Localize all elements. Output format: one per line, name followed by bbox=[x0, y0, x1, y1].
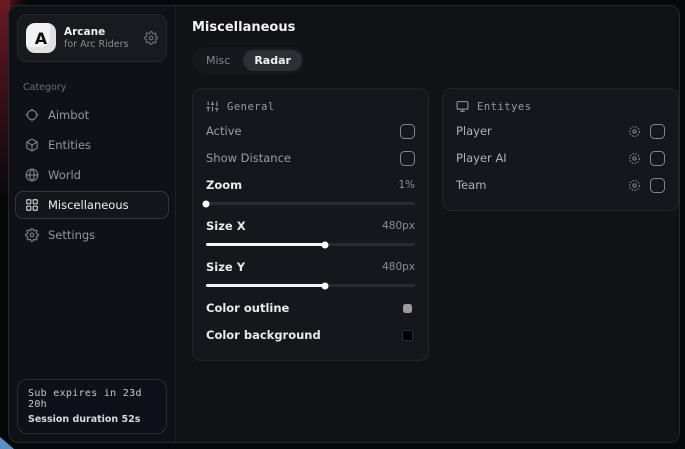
size-x-slider-thumb[interactable] bbox=[322, 241, 329, 248]
active-checkbox[interactable] bbox=[400, 124, 415, 139]
size-y-slider[interactable] bbox=[206, 284, 415, 287]
size-y-row: Size Y 480px bbox=[206, 255, 415, 279]
color-outline-label: Color outline bbox=[206, 301, 289, 315]
sidebar-item-label: World bbox=[48, 168, 81, 182]
team-settings-gear-icon[interactable] bbox=[628, 179, 641, 192]
player-settings-gear-icon[interactable] bbox=[628, 125, 641, 138]
entities-panel: Entityes Player Player AI bbox=[442, 88, 679, 211]
sidebar-item-miscellaneous[interactable]: Miscellaneous bbox=[15, 191, 169, 219]
player-ai-settings-gear-icon[interactable] bbox=[628, 152, 641, 165]
cube-icon bbox=[25, 138, 39, 152]
logo-card: A Arcane for Arc Riders bbox=[17, 14, 167, 62]
sidebar-item-label: Miscellaneous bbox=[48, 198, 129, 212]
player-ai-row: Player AI bbox=[456, 146, 665, 170]
color-background-row: Color background bbox=[206, 323, 415, 347]
sidebar-item-label: Settings bbox=[48, 228, 95, 242]
size-x-value: 480px bbox=[382, 220, 415, 232]
size-x-slider-fill bbox=[206, 243, 325, 246]
color-background-swatch[interactable] bbox=[402, 330, 413, 341]
general-panel-header: General bbox=[206, 100, 415, 113]
settings-gear-icon[interactable] bbox=[144, 31, 158, 45]
size-x-slider[interactable] bbox=[206, 243, 415, 246]
player-checkbox[interactable] bbox=[650, 124, 665, 139]
size-x-label: Size X bbox=[206, 219, 246, 233]
zoom-value: 1% bbox=[398, 179, 415, 191]
app-title-block: Arcane for Arc Riders bbox=[64, 26, 136, 51]
player-label: Player bbox=[456, 124, 492, 138]
app-subtitle: for Arc Riders bbox=[64, 39, 136, 51]
zoom-slider[interactable] bbox=[206, 202, 415, 205]
active-label: Active bbox=[206, 124, 242, 138]
sliders-icon bbox=[206, 100, 219, 113]
sub-expiry-text: Sub expires in 23d 20h bbox=[28, 388, 156, 410]
app-name: Arcane bbox=[64, 26, 136, 39]
sidebar-item-settings[interactable]: Settings bbox=[15, 221, 169, 249]
monitor-icon bbox=[456, 100, 469, 113]
color-outline-row: Color outline bbox=[206, 296, 415, 320]
subscription-box: Sub expires in 23d 20h Session duration … bbox=[17, 379, 167, 434]
panels-row: General Active Show Distance Zoom 1% bbox=[192, 88, 679, 361]
color-background-label: Color background bbox=[206, 328, 321, 342]
player-ai-checkbox[interactable] bbox=[650, 151, 665, 166]
sidebar: A Arcane for Arc Riders Category Aimbot bbox=[9, 6, 176, 442]
session-duration-text: Session duration 52s bbox=[28, 414, 156, 425]
main-content: Miscellaneous Misc Radar General A bbox=[176, 6, 680, 442]
active-row: Active bbox=[206, 119, 415, 143]
app-window: A Arcane for Arc Riders Category Aimbot bbox=[8, 5, 680, 443]
page-title: Miscellaneous bbox=[192, 20, 679, 35]
tab-misc[interactable]: Misc bbox=[195, 50, 241, 71]
entities-panel-header: Entityes bbox=[456, 100, 665, 113]
show-distance-checkbox[interactable] bbox=[400, 151, 415, 166]
size-y-label: Size Y bbox=[206, 260, 245, 274]
size-y-slider-fill bbox=[206, 284, 325, 287]
sidebar-nav: Aimbot Entities World bbox=[9, 101, 175, 249]
general-panel-title: General bbox=[227, 101, 275, 113]
tab-bar: Misc Radar bbox=[192, 47, 305, 74]
app-logo: A bbox=[26, 23, 56, 53]
show-distance-row: Show Distance bbox=[206, 146, 415, 170]
zoom-slider-thumb[interactable] bbox=[203, 200, 210, 207]
general-panel: General Active Show Distance Zoom 1% bbox=[192, 88, 429, 361]
sidebar-item-aimbot[interactable]: Aimbot bbox=[15, 101, 169, 129]
color-outline-swatch[interactable] bbox=[403, 304, 412, 313]
team-label: Team bbox=[456, 178, 486, 192]
player-ai-label: Player AI bbox=[456, 151, 507, 165]
size-y-value: 480px bbox=[382, 261, 415, 273]
zoom-row: Zoom 1% bbox=[206, 173, 415, 197]
player-row: Player bbox=[456, 119, 665, 143]
show-distance-label: Show Distance bbox=[206, 151, 291, 165]
globe-icon bbox=[25, 168, 39, 182]
sidebar-item-label: Entities bbox=[48, 138, 91, 152]
sidebar-item-label: Aimbot bbox=[48, 108, 89, 122]
size-x-row: Size X 480px bbox=[206, 214, 415, 238]
category-label: Category bbox=[23, 82, 161, 93]
team-checkbox[interactable] bbox=[650, 178, 665, 193]
crosshair-icon bbox=[25, 108, 39, 122]
grid-icon bbox=[25, 198, 39, 212]
sidebar-item-world[interactable]: World bbox=[15, 161, 169, 189]
zoom-label: Zoom bbox=[206, 178, 242, 192]
tab-radar[interactable]: Radar bbox=[243, 50, 302, 71]
team-row: Team bbox=[456, 173, 665, 197]
gear-icon bbox=[25, 228, 39, 242]
size-y-slider-thumb[interactable] bbox=[322, 282, 329, 289]
sidebar-item-entities[interactable]: Entities bbox=[15, 131, 169, 159]
entities-panel-title: Entityes bbox=[477, 101, 532, 113]
